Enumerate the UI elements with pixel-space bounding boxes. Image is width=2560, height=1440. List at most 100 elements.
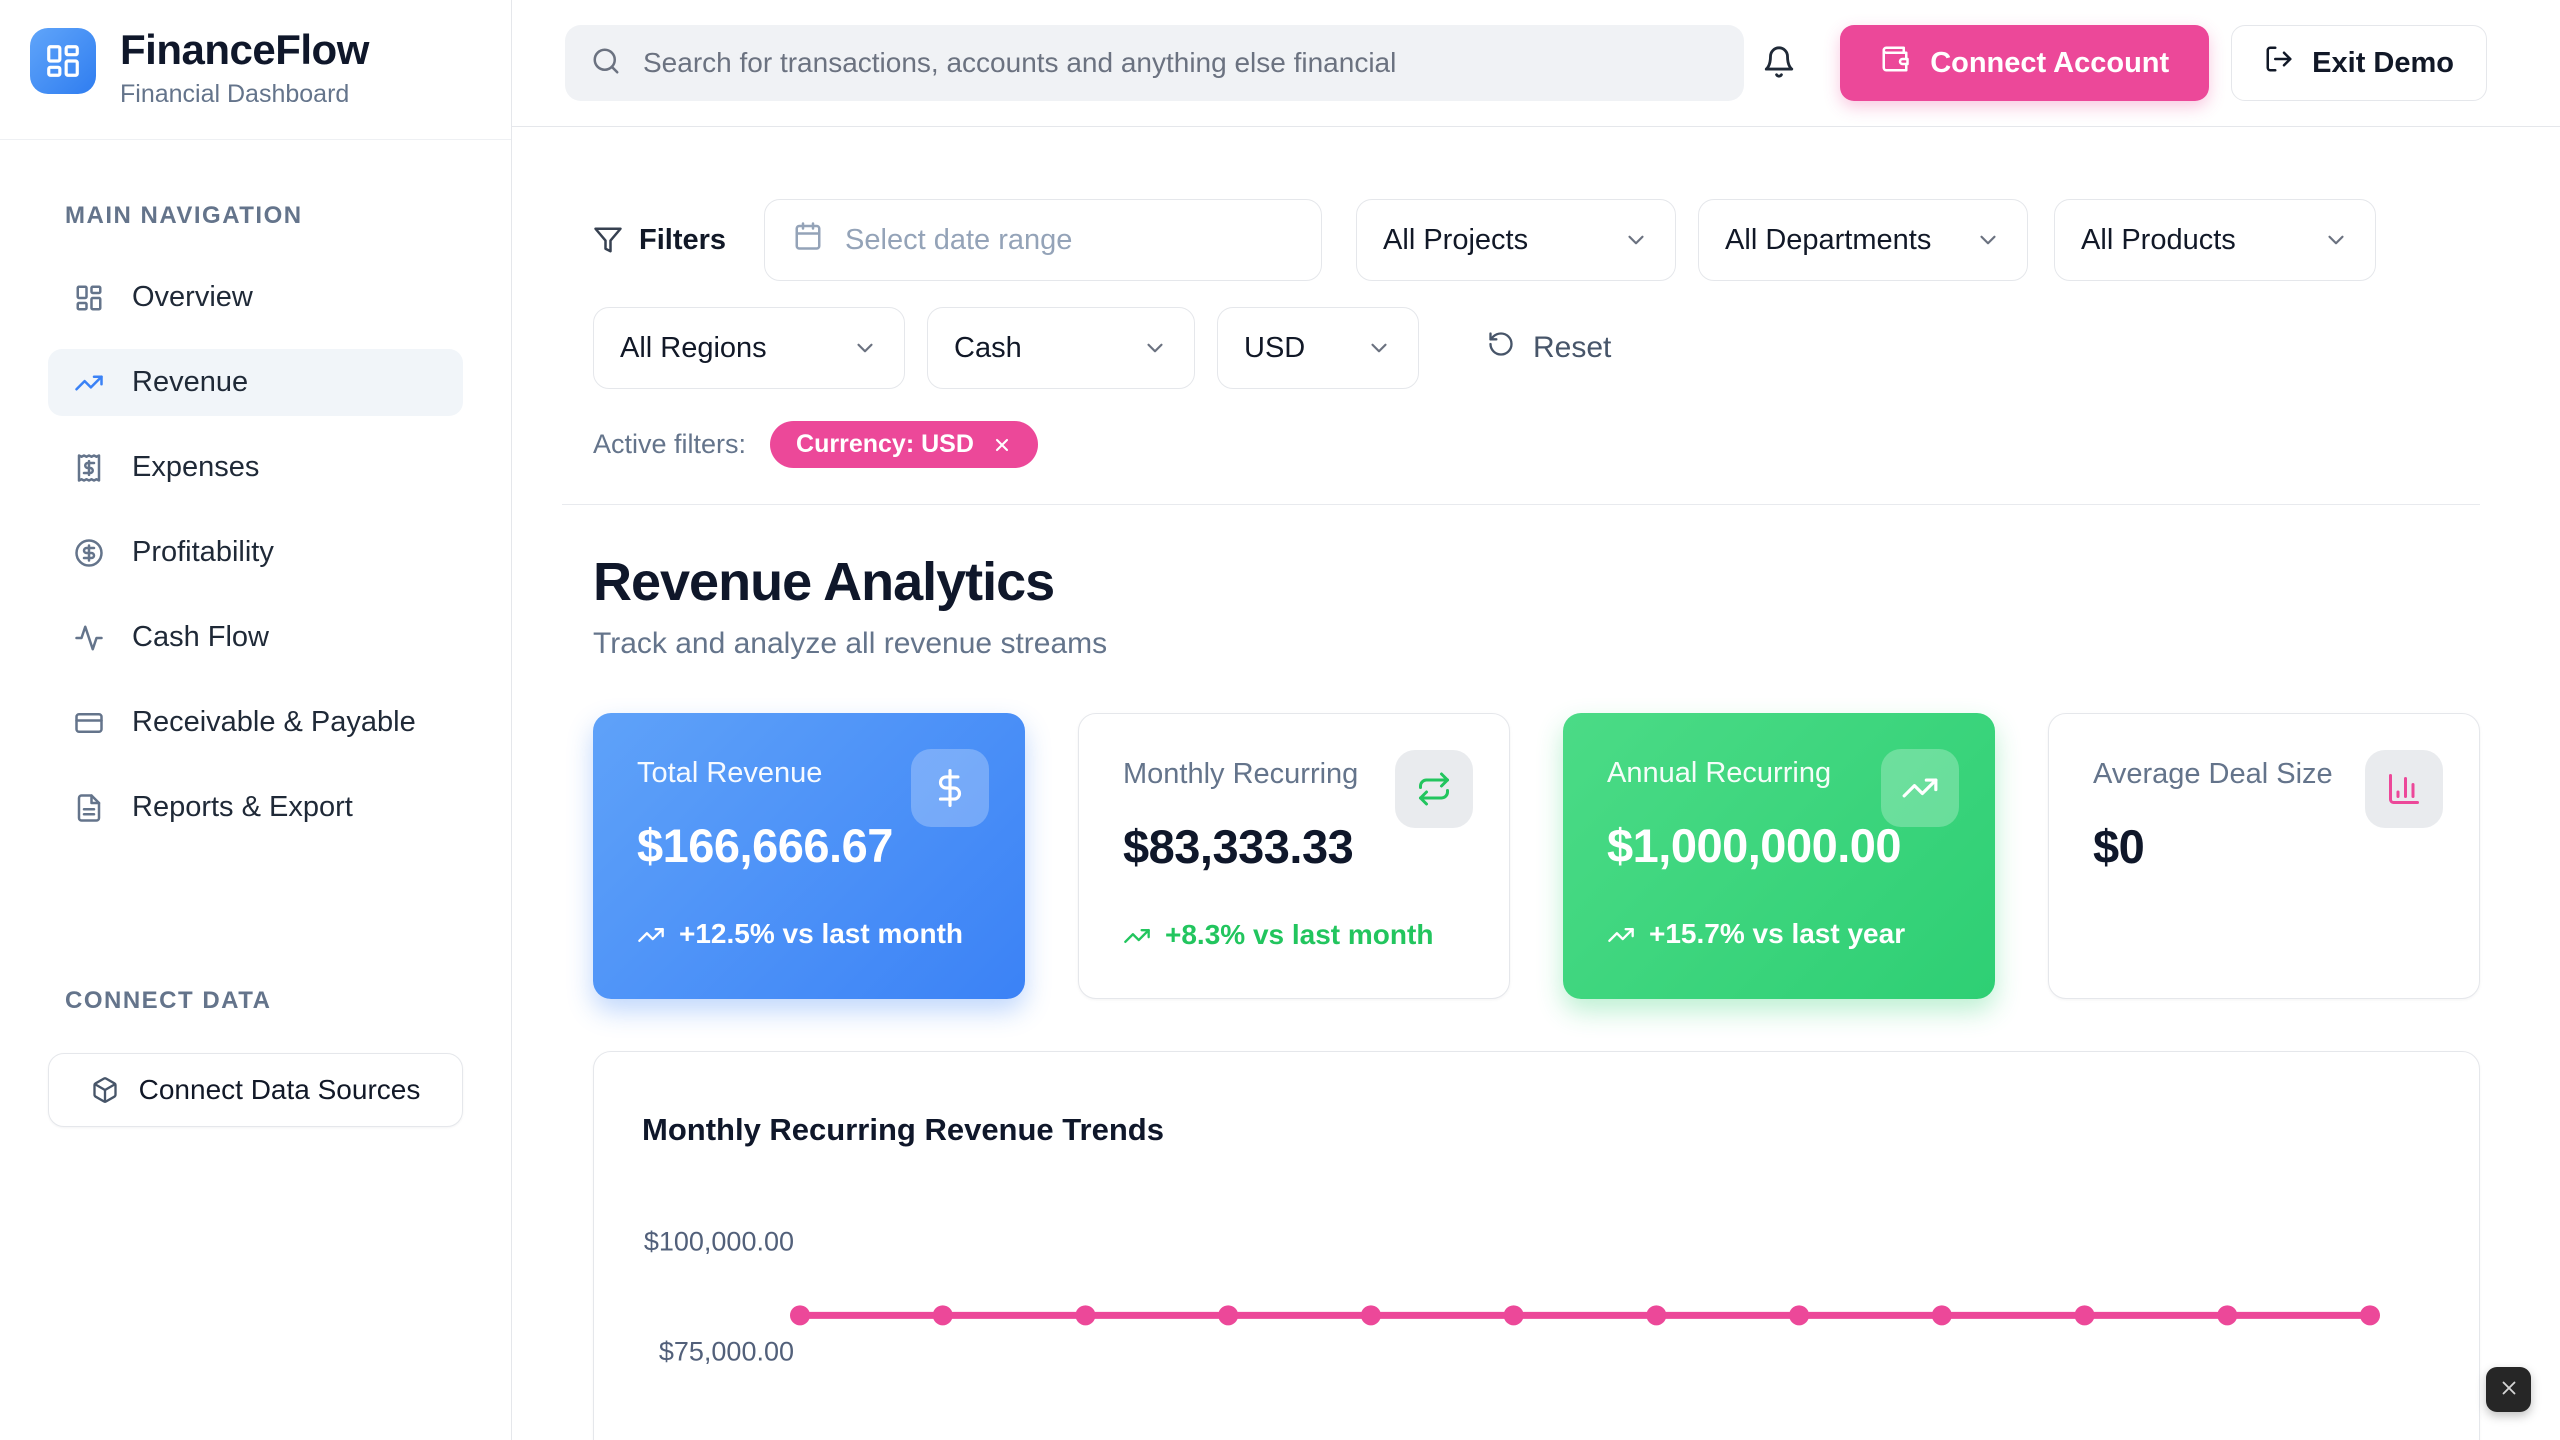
- payment-type-select[interactable]: Cash: [927, 307, 1195, 389]
- sidebar-item-reports-export[interactable]: Reports & Export: [48, 774, 463, 841]
- sidebar-item-receivable-payable[interactable]: Receivable & Payable: [48, 689, 463, 756]
- trending-up-icon: [1901, 769, 1939, 807]
- sidebar-item-label: Cash Flow: [132, 621, 269, 654]
- dollar-sign-icon: [931, 769, 969, 807]
- app-title: FinanceFlow: [120, 28, 369, 72]
- mrr-trends-card: Monthly Recurring Revenue Trends $100,00…: [593, 1051, 2480, 1440]
- connect-data-section: CONNECT DATA Connect Data Sources: [0, 987, 511, 1127]
- chart-title: Monthly Recurring Revenue Trends: [642, 1112, 2431, 1148]
- app-subtitle: Financial Dashboard: [120, 80, 369, 109]
- log-out-icon: [2264, 44, 2294, 82]
- metric-icon-badge: [2365, 750, 2443, 828]
- wallet-icon: [1880, 44, 1910, 82]
- sidebar-item-revenue[interactable]: Revenue: [48, 349, 463, 416]
- connect-data-sources-button[interactable]: Connect Data Sources: [48, 1053, 463, 1127]
- remove-filter-icon[interactable]: [992, 435, 1012, 455]
- close-overlay-button[interactable]: [2486, 1367, 2531, 1412]
- sidebar: FinanceFlow Financial Dashboard MAIN NAV…: [0, 0, 512, 1440]
- reset-filters-button[interactable]: Reset: [1481, 329, 1617, 367]
- data-point[interactable]: [933, 1305, 953, 1325]
- connect-data-sources-label: Connect Data Sources: [139, 1074, 421, 1106]
- metric-card-annual-recurring: Annual Recurring $1,000,000.00 +15.7% vs…: [1563, 713, 1995, 999]
- filters-row-1: Filters Select date range All Projects A…: [593, 199, 2480, 281]
- data-point[interactable]: [1218, 1305, 1238, 1325]
- chevron-down-icon: [852, 335, 878, 361]
- circle-dollar-icon: [74, 538, 104, 568]
- line-chart-svg: [642, 1192, 2428, 1440]
- projects-select[interactable]: All Projects: [1356, 199, 1676, 281]
- sidebar-item-overview[interactable]: Overview: [48, 264, 463, 331]
- mrr-trend-plot: $100,000.00$75,000.00$50,000.00: [642, 1192, 2431, 1440]
- main-column: Connect Account Exit Demo Filters Select…: [512, 0, 2560, 1440]
- currency-select[interactable]: USD: [1217, 307, 1419, 389]
- metric-card-total-revenue: Total Revenue $166,666.67 +12.5% vs last…: [593, 713, 1025, 999]
- filter-icon: [593, 225, 623, 255]
- sidebar-item-label: Revenue: [132, 366, 248, 399]
- products-select[interactable]: All Products: [2054, 199, 2376, 281]
- sidebar-item-cash-flow[interactable]: Cash Flow: [48, 604, 463, 671]
- search-input[interactable]: [641, 46, 1718, 80]
- data-point[interactable]: [1075, 1305, 1095, 1325]
- layout-dashboard-icon: [74, 283, 104, 313]
- metric-delta: +15.7% vs last year: [1607, 915, 1951, 953]
- data-point[interactable]: [1361, 1305, 1381, 1325]
- reset-label: Reset: [1533, 331, 1611, 365]
- exit-demo-button[interactable]: Exit Demo: [2231, 25, 2487, 101]
- app-logo-icon: [30, 28, 96, 94]
- package-icon: [91, 1076, 119, 1104]
- metric-card-monthly-recurring: Monthly Recurring $83,333.33 +8.3% vs la…: [1078, 713, 1510, 999]
- page-title: Revenue Analytics: [593, 551, 2480, 613]
- connect-account-button[interactable]: Connect Account: [1840, 25, 2209, 101]
- data-point[interactable]: [2360, 1305, 2380, 1325]
- metric-icon-badge: [911, 749, 989, 827]
- sidebar-item-profitability[interactable]: Profitability: [48, 519, 463, 586]
- file-text-icon: [74, 793, 104, 823]
- page-subtitle: Track and analyze all revenue streams: [593, 627, 2480, 661]
- search-box[interactable]: [565, 25, 1744, 101]
- trending-up-icon: [1123, 922, 1151, 950]
- activity-icon: [74, 623, 104, 653]
- active-filters-label: Active filters:: [593, 429, 746, 460]
- exit-demo-label: Exit Demo: [2312, 47, 2454, 80]
- data-point[interactable]: [2217, 1305, 2237, 1325]
- data-point[interactable]: [1789, 1305, 1809, 1325]
- metric-icon-badge: [1881, 749, 1959, 827]
- data-point[interactable]: [1504, 1305, 1524, 1325]
- data-point[interactable]: [2075, 1305, 2095, 1325]
- date-range-input[interactable]: Select date range: [764, 199, 1322, 281]
- topbar: Connect Account Exit Demo: [512, 0, 2560, 127]
- regions-select[interactable]: All Regions: [593, 307, 905, 389]
- nav-heading: MAIN NAVIGATION: [65, 202, 463, 230]
- chevron-down-icon: [1975, 227, 2001, 253]
- metric-icon-badge: [1395, 750, 1473, 828]
- metric-delta: +8.3% vs last month: [1123, 916, 1465, 954]
- notifications-button[interactable]: [1762, 45, 1796, 82]
- brand: FinanceFlow Financial Dashboard: [0, 0, 511, 140]
- connect-account-label: Connect Account: [1930, 47, 2169, 80]
- chevron-down-icon: [2323, 227, 2349, 253]
- data-point[interactable]: [1646, 1305, 1666, 1325]
- data-point[interactable]: [1932, 1305, 1952, 1325]
- trending-up-icon: [1607, 921, 1635, 949]
- repeat-icon: [1416, 771, 1452, 807]
- bell-icon: [1762, 45, 1796, 82]
- date-range-placeholder: Select date range: [845, 224, 1072, 257]
- receipt-icon: [74, 453, 104, 483]
- brand-text: FinanceFlow Financial Dashboard: [120, 28, 369, 109]
- search-icon: [591, 46, 621, 81]
- credit-card-icon: [74, 708, 104, 738]
- close-icon: [2498, 1377, 2520, 1402]
- data-point[interactable]: [790, 1305, 810, 1325]
- active-filters: Active filters: Currency: USD: [593, 421, 2480, 468]
- connect-data-heading: CONNECT DATA: [65, 987, 463, 1015]
- chevron-down-icon: [1366, 335, 1392, 361]
- main-navigation: MAIN NAVIGATION Overview Revenue Expense…: [0, 140, 511, 859]
- sidebar-item-expenses[interactable]: Expenses: [48, 434, 463, 501]
- departments-select[interactable]: All Departments: [1698, 199, 2028, 281]
- sidebar-item-label: Receivable & Payable: [132, 706, 416, 739]
- filters-row-2: All Regions Cash USD Reset: [593, 307, 2480, 389]
- app-root: FinanceFlow Financial Dashboard MAIN NAV…: [0, 0, 2560, 1440]
- chevron-down-icon: [1623, 227, 1649, 253]
- metric-delta: +12.5% vs last month: [637, 915, 981, 953]
- bar-chart-icon: [2386, 771, 2422, 807]
